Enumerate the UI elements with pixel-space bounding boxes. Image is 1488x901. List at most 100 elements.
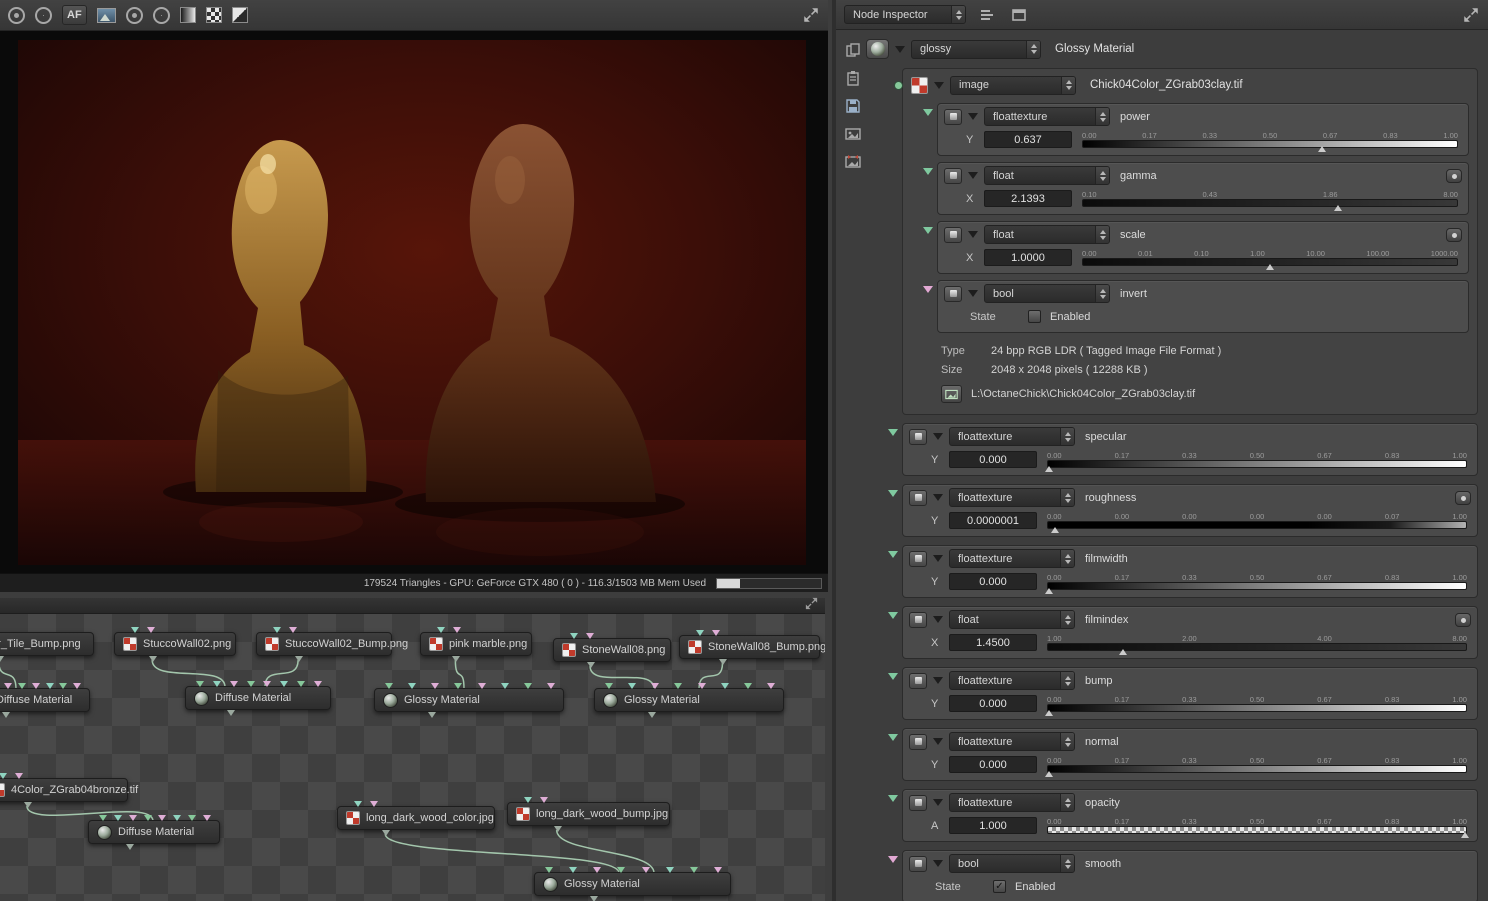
value-field[interactable]: 0.000 — [949, 695, 1037, 712]
node-output-pin[interactable] — [587, 662, 596, 668]
param-type-dropdown[interactable]: float — [984, 166, 1110, 185]
input-pin[interactable] — [888, 734, 898, 741]
collapse-param-icon[interactable] — [933, 738, 943, 745]
param-type-dropdown[interactable]: bool — [949, 854, 1075, 873]
param-slider[interactable]: 0.00 0.17 0.33 0.50 0.67 0.83 1.00 — [1082, 131, 1458, 152]
node-input-pin[interactable] — [143, 815, 152, 821]
slider-handle[interactable] — [1045, 588, 1054, 594]
node-output-pin[interactable] — [428, 712, 437, 718]
param-icon[interactable] — [909, 855, 927, 872]
node-input-pin[interactable] — [651, 683, 660, 689]
node-input-pin[interactable] — [31, 683, 40, 689]
node-input-pin[interactable] — [188, 815, 197, 821]
node-output-pin[interactable] — [719, 659, 728, 665]
collapse-image-icon[interactable] — [934, 81, 944, 89]
value-field[interactable]: 0.000 — [949, 756, 1037, 773]
collapse-param-icon[interactable] — [968, 172, 978, 179]
node-input-pin[interactable] — [370, 801, 378, 807]
expand-inspector-icon[interactable] — [1462, 6, 1480, 24]
value-field[interactable]: 1.4500 — [949, 634, 1037, 651]
reload-image-button[interactable] — [941, 385, 962, 403]
node-input-pin[interactable] — [712, 630, 720, 636]
image-texture-icon[interactable] — [911, 76, 928, 94]
node-input-pin[interactable] — [59, 683, 68, 689]
graph-node-material[interactable]: Glossy Material — [374, 683, 564, 718]
node-input-pin[interactable] — [4, 683, 13, 689]
param-type-dropdown[interactable]: floattexture — [949, 427, 1075, 446]
graph-node-material[interactable]: Glossy Material — [594, 683, 784, 718]
node-output-pin[interactable] — [226, 710, 235, 716]
node-input-pin[interactable] — [437, 627, 445, 633]
node-input-pin[interactable] — [605, 683, 613, 689]
graph-node-texture[interactable]: our_Tile_Bump.png — [0, 632, 94, 662]
node-input-pin[interactable] — [385, 683, 393, 689]
node-input-pin[interactable] — [196, 681, 204, 687]
copy-node-icon[interactable] — [842, 40, 864, 60]
slider-handle[interactable] — [1045, 710, 1054, 716]
graph-node-material[interactable]: Glossy Material — [534, 867, 731, 901]
param-type-dropdown[interactable]: float — [984, 225, 1110, 244]
node-input-pin[interactable] — [545, 867, 553, 873]
node-input-pin[interactable] — [570, 633, 578, 639]
node-input-pin[interactable] — [767, 683, 775, 689]
slider-handle[interactable] — [1118, 649, 1127, 655]
node-input-pin[interactable] — [477, 683, 486, 689]
export-image-icon[interactable] — [842, 152, 864, 172]
node-input-pin[interactable] — [696, 630, 704, 636]
node-input-pin[interactable] — [665, 867, 674, 873]
collapse-param-icon[interactable] — [933, 555, 943, 562]
autofocus-button[interactable]: AF — [62, 5, 87, 25]
collapse-param-icon[interactable] — [968, 231, 978, 238]
param-icon[interactable] — [944, 226, 962, 243]
value-field[interactable]: 0.000 — [949, 573, 1037, 590]
node-input-pin[interactable] — [524, 797, 532, 803]
slider-handle[interactable] — [1051, 527, 1060, 533]
graph-node-texture[interactable]: pink marble.png — [420, 627, 532, 662]
param-slider[interactable]: 1.00 2.00 4.00 8.00 — [1047, 634, 1467, 655]
node-input-pin[interactable] — [280, 681, 289, 687]
graph-node-material[interactable]: Diffuse Material — [88, 815, 220, 850]
save-render-icon[interactable] — [96, 7, 116, 23]
node-input-pin[interactable] — [569, 867, 578, 873]
expand-graph-icon[interactable] — [804, 596, 819, 616]
node-input-pin[interactable] — [689, 867, 698, 873]
param-icon[interactable] — [909, 428, 927, 445]
node-input-pin[interactable] — [128, 815, 137, 821]
collapse-param-icon[interactable] — [933, 433, 943, 440]
input-pin[interactable] — [888, 551, 898, 558]
node-input-pin[interactable] — [617, 867, 626, 873]
slider-handle[interactable] — [1333, 205, 1342, 211]
node-input-pin[interactable] — [131, 627, 139, 633]
graph-node-texture[interactable]: 4Color_ZGrab04bronze.tif — [0, 773, 138, 808]
param-slider[interactable]: 0.00 0.17 0.33 0.50 0.67 0.83 1.00 — [1045, 756, 1467, 777]
collapse-param-icon[interactable] — [968, 290, 978, 297]
slider-handle[interactable] — [1460, 832, 1469, 838]
node-input-pin[interactable] — [246, 681, 255, 687]
node-output-pin[interactable] — [553, 826, 562, 832]
curve-toggle-button[interactable] — [1446, 227, 1462, 242]
param-slider[interactable]: 0.00 0.01 0.10 1.00 10.00 100.00 1000.00 — [1082, 249, 1458, 270]
slider-handle[interactable] — [1317, 146, 1326, 152]
graph-node-texture[interactable]: StoneWall08_Bump.png — [679, 630, 825, 665]
node-input-pin[interactable] — [454, 683, 463, 689]
node-output-pin[interactable] — [1, 712, 10, 718]
node-input-pin[interactable] — [212, 681, 221, 687]
param-icon[interactable] — [909, 550, 927, 567]
node-input-pin[interactable] — [714, 867, 722, 873]
param-type-dropdown[interactable]: floattexture — [949, 671, 1075, 690]
param-slider[interactable]: 0.00 0.17 0.33 0.50 0.67 0.83 1.00 — [1045, 695, 1467, 716]
node-input-pin[interactable] — [593, 867, 602, 873]
node-input-pin[interactable] — [18, 683, 27, 689]
param-icon[interactable] — [909, 672, 927, 689]
node-input-pin[interactable] — [203, 815, 211, 821]
save-node-icon[interactable] — [842, 96, 864, 116]
float-window-icon[interactable] — [1008, 5, 1030, 25]
node-input-pin[interactable] — [674, 683, 683, 689]
node-input-pin[interactable] — [586, 633, 594, 639]
param-slider[interactable]: 0.00 0.17 0.33 0.50 0.67 0.83 1.00 — [1047, 817, 1469, 838]
param-slider[interactable]: 0.00 0.17 0.33 0.50 0.67 0.83 1.00 — [1045, 573, 1467, 594]
param-type-dropdown[interactable]: floattexture — [949, 549, 1075, 568]
graph-node-texture[interactable]: StoneWall08.png — [553, 633, 671, 668]
input-pin[interactable] — [888, 673, 898, 680]
alpha-display-mode-icon[interactable] — [205, 7, 222, 23]
